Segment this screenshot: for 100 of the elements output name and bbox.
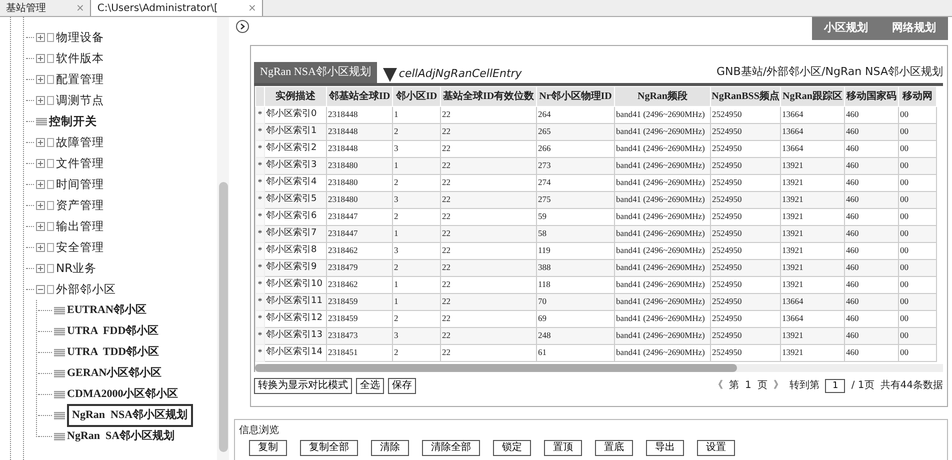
- tree-item[interactable]: UTRA TDD邻小区: [67, 344, 160, 361]
- tab-label[interactable]: 基站管理: [6, 0, 46, 16]
- tree-item[interactable]: 物理设备: [56, 28, 104, 46]
- action-button[interactable]: 转换为显示对比模式: [254, 378, 352, 394]
- expand-icon[interactable]: [36, 96, 45, 105]
- tree-item[interactable]: 软件版本: [56, 50, 104, 68]
- action-button[interactable]: 设置: [697, 440, 735, 456]
- row-marker: *: [256, 191, 264, 208]
- expand-icon[interactable]: [36, 54, 45, 63]
- table-cell: 2524950: [710, 191, 780, 208]
- action-button[interactable]: 导出: [646, 440, 684, 456]
- column-header[interactable]: Nr邻小区物理ID: [536, 86, 614, 106]
- table-cell: band41 (2496~2690MHz): [614, 242, 710, 259]
- table-cell: 460: [844, 225, 898, 242]
- column-header[interactable]: 移动网: [898, 86, 936, 106]
- table-cell: 13664: [780, 310, 844, 327]
- table-cell: 22: [440, 140, 536, 157]
- tab[interactable]: C:\Users\Administrator\[ ×: [91, 0, 264, 16]
- panel-title: NgRan NSA邻小区规划: [254, 62, 377, 82]
- table-cell: 2524950: [710, 174, 780, 191]
- scrollbar[interactable]: [217, 17, 229, 460]
- tree-item[interactable]: 安全管理: [56, 238, 104, 256]
- next-page-link[interactable]: 》: [773, 378, 784, 393]
- column-header[interactable]: 移动国家码: [844, 86, 898, 106]
- leaf-icon: [54, 306, 65, 314]
- tree-item[interactable]: NR业务: [56, 260, 97, 278]
- close-icon[interactable]: ×: [248, 0, 256, 16]
- action-button[interactable]: 清除全部: [422, 440, 480, 456]
- tree-item[interactable]: 外部邻小区: [56, 280, 116, 298]
- toolbar-button[interactable]: 小区规划: [812, 17, 880, 40]
- expand-icon[interactable]: [36, 264, 45, 273]
- breadcrumb: GNB基站/外部邻小区/NgRan NSA邻小区规划: [716, 64, 943, 80]
- tree-item[interactable]: 故障管理: [56, 134, 104, 152]
- action-button[interactable]: 全选: [356, 378, 384, 394]
- table-cell: 22: [440, 208, 536, 225]
- collapse-button[interactable]: [236, 20, 249, 33]
- expand-icon[interactable]: [36, 33, 45, 42]
- row-marker: *: [256, 123, 264, 140]
- table-cell: 13664: [780, 293, 844, 310]
- tree-item[interactable]: CDMA2000小区邻小区: [67, 386, 178, 403]
- expand-icon[interactable]: [36, 180, 45, 189]
- column-header[interactable]: 邻小区ID: [392, 86, 440, 106]
- page-input[interactable]: 1: [825, 378, 846, 392]
- expand-icon[interactable]: [36, 159, 45, 168]
- action-button[interactable]: 保存: [388, 378, 416, 394]
- tab-label[interactable]: C:\Users\Administrator\[: [97, 0, 218, 16]
- tree-item[interactable]: UTRA FDD邻小区: [67, 323, 159, 340]
- tree-item[interactable]: 控制开关: [49, 112, 97, 130]
- toolbar-button[interactable]: 网络规划: [880, 17, 948, 40]
- table-cell: 119: [536, 242, 614, 259]
- column-header[interactable]: 邻基站全球ID: [326, 86, 392, 106]
- expand-icon[interactable]: [36, 75, 45, 84]
- collapse-icon[interactable]: [36, 285, 45, 294]
- page-number: 1: [744, 379, 752, 393]
- action-button[interactable]: 复制全部: [300, 440, 358, 456]
- tree-item[interactable]: 时间管理: [56, 176, 104, 194]
- table-cell: 460: [844, 174, 898, 191]
- table-cell: band41 (2496~2690MHz): [614, 327, 710, 344]
- tree-item[interactable]: EUTRAN邻小区: [67, 302, 146, 319]
- tree-item[interactable]: 配置管理: [56, 70, 104, 88]
- table-cell: 2318480: [326, 157, 392, 174]
- tree-item[interactable]: NgRan SA邻小区规划: [67, 428, 175, 445]
- table-cell: 460: [844, 191, 898, 208]
- expand-icon[interactable]: [36, 201, 45, 210]
- tree-item[interactable]: NgRan NSA邻小区规划: [67, 404, 193, 427]
- column-header[interactable]: NgRanBSS频点: [710, 86, 780, 106]
- table-cell: band41 (2496~2690MHz): [614, 123, 710, 140]
- horizontal-scrollbar[interactable]: [255, 364, 943, 372]
- table-cell: 22: [440, 327, 536, 344]
- expand-icon[interactable]: [36, 222, 45, 231]
- expand-icon[interactable]: [36, 138, 45, 147]
- table-cell: 00: [898, 276, 936, 293]
- tree-item[interactable]: GERAN小区邻小区: [67, 365, 162, 382]
- action-button[interactable]: 清除: [371, 440, 409, 456]
- table-cell: 13921: [780, 276, 844, 293]
- column-header[interactable]: 基站全球ID有效位数: [440, 86, 536, 106]
- table-cell: band41 (2496~2690MHz): [614, 344, 710, 361]
- table-cell: 邻小区索引6: [264, 208, 326, 225]
- expand-icon[interactable]: [36, 243, 45, 252]
- page-icon: [47, 54, 54, 63]
- column-header[interactable]: 实例描述: [264, 86, 326, 106]
- table-cell: 265: [536, 123, 614, 140]
- table-cell: 2524950: [710, 208, 780, 225]
- table-cell: 2524950: [710, 276, 780, 293]
- column-header[interactable]: NgRan跟踪区: [780, 86, 844, 106]
- table-cell: 460: [844, 259, 898, 276]
- column-header[interactable]: NgRan频段: [614, 86, 710, 106]
- row-marker: *: [256, 140, 264, 157]
- table-cell: 460: [844, 327, 898, 344]
- action-button[interactable]: 锁定: [493, 440, 531, 456]
- tree-item[interactable]: 资产管理: [56, 196, 104, 214]
- action-button[interactable]: 置顶: [544, 440, 582, 456]
- tree-item[interactable]: 文件管理: [56, 154, 104, 172]
- table-cell: band41 (2496~2690MHz): [614, 174, 710, 191]
- table-cell: band41 (2496~2690MHz): [614, 259, 710, 276]
- action-button[interactable]: 复制: [249, 440, 287, 456]
- tree-item[interactable]: 调测节点: [56, 92, 104, 110]
- action-button[interactable]: 置底: [595, 440, 633, 456]
- prev-page-link[interactable]: 《: [712, 378, 723, 393]
- tree-item[interactable]: 输出管理: [56, 218, 104, 236]
